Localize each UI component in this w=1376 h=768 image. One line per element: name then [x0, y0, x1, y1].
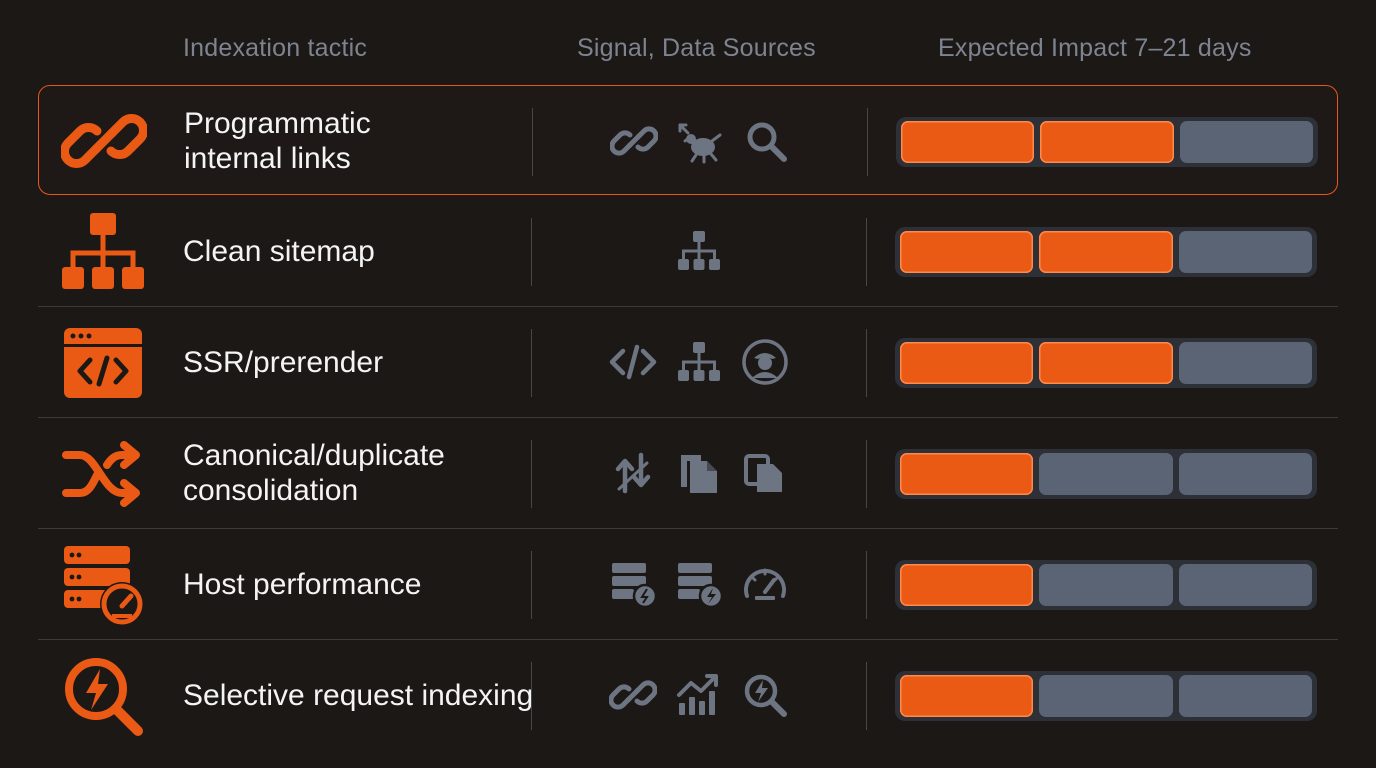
impact-segment-filled: [1039, 342, 1173, 384]
impact-segment-filled: [901, 121, 1035, 163]
impact-segment-empty: [1178, 342, 1312, 384]
signal-icons: [533, 86, 867, 196]
impact-segment-filled: [1040, 121, 1174, 163]
impact-segment-empty: [1039, 564, 1173, 606]
column-header-impact: Expected Impact 7–21 days: [938, 34, 1252, 62]
impact-bar: [895, 671, 1317, 721]
impact-segment-empty: [1178, 675, 1312, 717]
column-separator: [866, 551, 867, 619]
signal-icons: [532, 529, 866, 639]
chain-link-icon: [61, 98, 147, 184]
tactic-label: Canonical/duplicate consolidation: [183, 418, 543, 528]
server-bolt-icon: [675, 560, 723, 608]
speedometer-icon: [741, 560, 789, 608]
impact-segment-empty: [1039, 675, 1173, 717]
tactic-label-line: internal links: [184, 142, 351, 175]
documents-icon: [675, 449, 723, 497]
tactic-label-line: Programmatic: [184, 107, 371, 140]
server-icon: [609, 560, 657, 608]
tactic-label: Clean sitemap: [183, 196, 543, 306]
table-row[interactable]: Host performance: [38, 529, 1338, 639]
link-icon: [609, 671, 657, 719]
bolt-search-icon: [741, 671, 789, 719]
tactic-label: Selective request indexing: [183, 640, 543, 750]
crawler-agent-icon: [741, 338, 789, 386]
impact-segment-filled: [900, 564, 1034, 606]
link-icon: [610, 117, 658, 165]
impact-bar: [895, 449, 1317, 499]
column-separator: [866, 440, 867, 508]
table-row[interactable]: SSR/prerender: [38, 307, 1338, 417]
bolt-search-icon: [60, 653, 146, 739]
tactic-label-line: consolidation: [183, 474, 359, 507]
signal-icons: [532, 307, 866, 417]
tactic-label-line: Clean sitemap: [183, 234, 375, 268]
search-icon: [742, 117, 790, 165]
impact-segment-empty: [1178, 231, 1312, 273]
impact-bar: [895, 338, 1317, 388]
impact-segment-empty: [1178, 453, 1312, 495]
table-row[interactable]: Selective request indexing: [38, 640, 1338, 750]
impact-segment-empty: [1039, 453, 1173, 495]
signal-icons: [532, 196, 866, 306]
server-gauge-icon: [60, 542, 146, 628]
signal-icons: [532, 640, 866, 750]
tactic-label-line: SSR/prerender: [183, 345, 384, 379]
impact-segment-filled: [1039, 231, 1173, 273]
impact-segment-filled: [900, 675, 1034, 717]
column-separator: [866, 662, 867, 730]
signal-icons: [532, 418, 866, 528]
tactic-label-line: Selective request indexing: [183, 678, 534, 712]
tactic-label: SSR/prerender: [183, 307, 543, 417]
table-row[interactable]: Clean sitemap: [38, 196, 1338, 306]
sitemap-icon: [675, 338, 723, 386]
column-separator: [867, 108, 868, 176]
table-row[interactable]: Programmatic internal links: [38, 85, 1338, 195]
trend-chart-icon: [675, 671, 723, 719]
impact-segment-empty: [1178, 564, 1312, 606]
column-separator: [866, 329, 867, 397]
copy-icon: [741, 449, 789, 497]
tactic-label: Programmatic internal links: [184, 86, 544, 196]
impact-bar: [895, 560, 1317, 610]
column-header-signal: Signal, Data Sources: [577, 34, 816, 62]
swap-arrows-icon: [609, 449, 657, 497]
tactic-label-line: Canonical/duplicate: [183, 439, 445, 472]
code-icon: [609, 338, 657, 386]
impact-bar: [895, 227, 1317, 277]
column-separator: [866, 218, 867, 286]
impact-bar: [896, 117, 1318, 167]
tactic-label: Host performance: [183, 529, 543, 639]
sitemap-icon: [675, 227, 723, 275]
impact-segment-filled: [900, 231, 1034, 273]
impact-segment-filled: [900, 342, 1034, 384]
tactic-label-line: Host performance: [183, 567, 422, 601]
impact-segment-empty: [1179, 121, 1313, 163]
crawler-bug-icon: [676, 117, 724, 165]
shuffle-icon: [60, 431, 146, 517]
code-window-icon: [60, 320, 146, 406]
column-header-tactic: Indexation tactic: [183, 34, 368, 62]
table-row[interactable]: Canonical/duplicate consolidation: [38, 418, 1338, 528]
sitemap-icon: [60, 209, 146, 295]
impact-segment-filled: [900, 453, 1034, 495]
